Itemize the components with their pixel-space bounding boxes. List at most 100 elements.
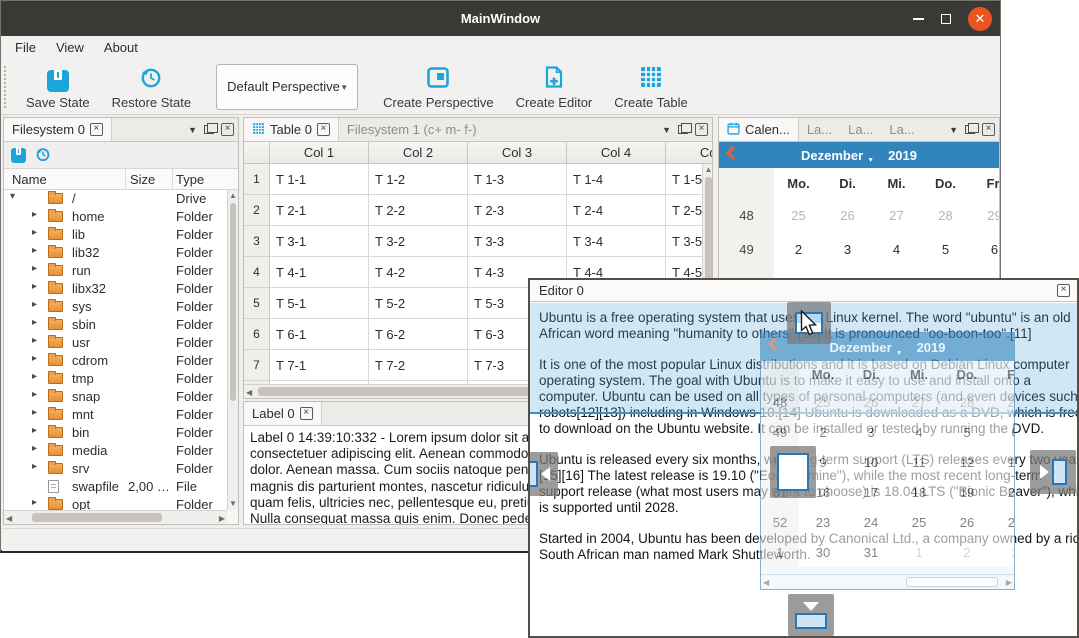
menu-view[interactable]: View: [46, 37, 94, 58]
calendar-day[interactable]: 28: [943, 387, 991, 417]
calendar-month-button[interactable]: Dezember: [801, 148, 863, 163]
fs-save-icon[interactable]: [11, 148, 26, 163]
tree-row[interactable]: ▸binFolder: [4, 424, 227, 442]
column-header[interactable]: Col 1: [270, 142, 369, 164]
drop-indicator-left[interactable]: [528, 452, 558, 496]
menu-file[interactable]: File: [5, 37, 46, 58]
tree-row[interactable]: ▸lib32Folder: [4, 244, 227, 262]
column-header[interactable]: Col 5: [666, 142, 712, 164]
restore-state-button[interactable]: Restore State: [112, 64, 192, 110]
calendar-dock-titlebar[interactable]: Calen...La...La...La... ▼ ×: [719, 118, 999, 142]
tree-row[interactable]: ▸snapFolder: [4, 388, 227, 406]
calendar-day[interactable]: 26: [943, 507, 991, 537]
table-cell[interactable]: T 6-1: [270, 319, 369, 350]
dock-menu-button[interactable]: ▼: [188, 125, 197, 135]
table-cell[interactable]: T 6-2: [369, 319, 468, 350]
dock-menu-button[interactable]: ▼: [662, 125, 671, 135]
calendar-day[interactable]: 12: [943, 447, 991, 477]
table-cell[interactable]: T 3-3: [468, 226, 567, 257]
menu-about[interactable]: About: [94, 37, 148, 58]
calendar-day[interactable]: 6: [991, 417, 1015, 447]
row-header[interactable]: 4: [244, 257, 270, 288]
expander-closed-icon[interactable]: ▸: [32, 443, 37, 454]
table-cell[interactable]: T 3-4: [567, 226, 666, 257]
calendar-day[interactable]: 3: [823, 232, 872, 266]
expander-closed-icon[interactable]: ▸: [32, 335, 37, 346]
tree-row[interactable]: ▸homeFolder: [4, 208, 227, 226]
calendar-prev-month-icon[interactable]: [726, 146, 740, 160]
row-header[interactable]: 7: [244, 350, 270, 381]
tab-table-0[interactable]: Table 0×: [244, 118, 339, 141]
calendar-day[interactable]: 11: [895, 447, 943, 477]
calendar-day[interactable]: 13: [991, 447, 1015, 477]
table-cell[interactable]: T 7-1: [270, 350, 369, 381]
tab-close-icon[interactable]: ×: [90, 123, 103, 136]
perspective-dropdown[interactable]: Default Perspective ▼: [216, 64, 358, 110]
calendar-day[interactable]: 27: [991, 507, 1015, 537]
editor-close-button[interactable]: ×: [1057, 284, 1070, 297]
tree-row[interactable]: ▸sbinFolder: [4, 316, 227, 334]
column-header[interactable]: Col 4: [567, 142, 666, 164]
editor-titlebar[interactable]: Editor 0 ×: [530, 280, 1077, 302]
filesystem-dock-titlebar[interactable]: Filesystem 0 × ▼ ×: [4, 118, 238, 142]
tree-row[interactable]: ▾/Drive: [4, 190, 227, 208]
table-cell[interactable]: T 3-1: [270, 226, 369, 257]
tree-header-type[interactable]: Type: [176, 172, 204, 187]
calendar-day[interactable]: 27: [895, 387, 943, 417]
tree-row[interactable]: ▸usrFolder: [4, 334, 227, 352]
calendar-day[interactable]: 24: [847, 507, 895, 537]
calendar-day[interactable]: 25: [895, 507, 943, 537]
minimize-button-icon[interactable]: [913, 18, 924, 20]
create-editor-button[interactable]: Create Editor: [516, 64, 593, 110]
tab-label-truncated[interactable]: La...: [881, 118, 922, 141]
table-cell[interactable]: T 5-2: [369, 288, 468, 319]
calendar-day[interactable]: 26: [847, 387, 895, 417]
calendar-day[interactable]: 6: [970, 232, 1000, 266]
expander-closed-icon[interactable]: ▸: [32, 209, 37, 220]
maximize-button-icon[interactable]: [941, 14, 951, 24]
tree-row[interactable]: ▸tmpFolder: [4, 370, 227, 388]
toolbar-drag-handle[interactable]: [4, 66, 8, 108]
column-header[interactable]: Col 2: [369, 142, 468, 164]
calendar-day[interactable]: 27: [872, 198, 921, 232]
expander-closed-icon[interactable]: ▸: [32, 425, 37, 436]
table-cell[interactable]: T 7-2: [369, 350, 468, 381]
dock-close-button[interactable]: ×: [982, 123, 995, 136]
fs-vertical-scrollbar[interactable]: ▲ ▼: [227, 190, 238, 510]
table-cell[interactable]: T 5-1: [270, 288, 369, 319]
calendar-day[interactable]: 28: [921, 198, 970, 232]
dock-close-button[interactable]: ×: [695, 123, 708, 136]
column-header[interactable]: Col 3: [468, 142, 567, 164]
calendar-day[interactable]: 3: [847, 417, 895, 447]
tree-row[interactable]: ▸mediaFolder: [4, 442, 227, 460]
row-header[interactable]: 6: [244, 319, 270, 350]
table-cell[interactable]: T 4-2: [369, 257, 468, 288]
tree-row[interactable]: ▸runFolder: [4, 262, 227, 280]
drop-indicator-right[interactable]: [1030, 450, 1076, 494]
expander-closed-icon[interactable]: ▸: [32, 281, 37, 292]
calendar-day[interactable]: 18: [895, 477, 943, 507]
tab-label-0[interactable]: Label 0 ×: [244, 402, 322, 425]
tab-label-truncated[interactable]: La...: [799, 118, 840, 141]
tree-row[interactable]: ▸libx32Folder: [4, 280, 227, 298]
calendar-day[interactable]: 23: [799, 507, 847, 537]
tab-filesystem-0[interactable]: Filesystem 0 ×: [4, 118, 112, 141]
expander-closed-icon[interactable]: ▸: [32, 353, 37, 364]
calendar-day[interactable]: 25: [799, 387, 847, 417]
fs-horizontal-scrollbar[interactable]: ◀ ▶: [4, 510, 227, 524]
table-cell[interactable]: T 1-1: [270, 164, 369, 195]
tree-row[interactable]: ▸optFolder: [4, 496, 227, 510]
calendar-day[interactable]: 4: [895, 417, 943, 447]
expander-closed-icon[interactable]: ▸: [32, 317, 37, 328]
calendar-day[interactable]: 10: [847, 447, 895, 477]
dock-float-button[interactable]: [678, 125, 688, 134]
expander-closed-icon[interactable]: ▸: [32, 497, 37, 508]
tree-row[interactable]: swapfile2,00 …File: [4, 478, 227, 496]
tree-header[interactable]: Name Size Type: [4, 168, 238, 190]
calendar-day[interactable]: 5: [921, 232, 970, 266]
calendar-day[interactable]: 5: [943, 417, 991, 447]
calendar-day[interactable]: 17: [847, 477, 895, 507]
calendar-day[interactable]: 29: [991, 387, 1015, 417]
dock-close-button[interactable]: ×: [221, 123, 234, 136]
expander-closed-icon[interactable]: ▸: [32, 245, 37, 256]
